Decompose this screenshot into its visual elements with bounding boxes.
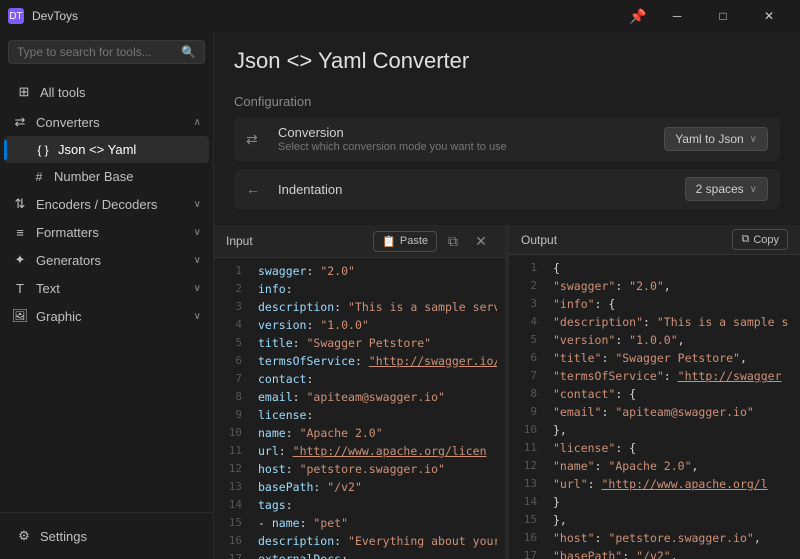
graphic-icon: 🖼 xyxy=(12,308,28,324)
text-chevron: ∨ xyxy=(194,283,201,294)
all-tools-label: All tools xyxy=(40,85,86,100)
input-body: 12345 678910 1112131415 1617181920 21222… xyxy=(214,258,505,559)
conversion-chevron-icon: ∨ xyxy=(750,134,757,145)
formatters-chevron: ∨ xyxy=(194,227,201,238)
active-indicator xyxy=(4,140,7,160)
page-header: Json <> Yaml Converter xyxy=(214,32,800,94)
sidebar: 🔍 ⊞ All tools ⇄ Converters ∧ { } Json <>… xyxy=(0,32,214,559)
input-copy-icon: ⧉ xyxy=(448,233,458,250)
paste-button[interactable]: 📋 Paste xyxy=(373,231,437,252)
sidebar-section-graphic[interactable]: 🖼 Graphic ∨ xyxy=(0,302,213,330)
output-body: 12345 678910 1112131415 1617181920 21222… xyxy=(509,255,800,559)
encoders-chevron: ∨ xyxy=(194,199,201,210)
app-icon: DT xyxy=(8,8,24,24)
settings-icon: ⚙ xyxy=(16,528,32,544)
settings-label: Settings xyxy=(40,529,87,544)
conversion-icon: ⇄ xyxy=(246,131,266,148)
input-actions: 📋 Paste ⧉ ✕ xyxy=(373,229,493,253)
sidebar-item-json-yaml-wrapper: { } Json <> Yaml xyxy=(0,136,213,163)
titlebar: DT DevToys 📌 ─ □ ✕ xyxy=(0,0,800,32)
settings-item[interactable]: ⚙ Settings xyxy=(8,521,205,551)
converters-chevron: ∧ xyxy=(194,117,201,128)
copy-label: Copy xyxy=(753,234,779,246)
sidebar-item-number-base[interactable]: # Number Base xyxy=(0,163,213,190)
minimize-button[interactable]: ─ xyxy=(654,0,700,32)
sidebar-section-text[interactable]: T Text ∨ xyxy=(0,274,213,302)
sidebar-section-converters[interactable]: ⇄ Converters ∧ xyxy=(0,108,213,136)
input-header: Input 📋 Paste ⧉ ✕ xyxy=(214,225,505,258)
generators-label: Generators xyxy=(36,253,101,268)
generators-icon: ✦ xyxy=(12,252,28,268)
input-line-numbers: 12345 678910 1112131415 1617181920 21222… xyxy=(214,258,250,559)
conversion-value: Yaml to Json xyxy=(675,132,743,146)
titlebar-left: DT DevToys xyxy=(8,8,78,24)
json-yaml-icon: { } xyxy=(36,143,50,157)
converters-label: Converters xyxy=(36,115,100,130)
sidebar-nav: ⊞ All tools ⇄ Converters ∧ { } Json <> Y… xyxy=(0,72,213,512)
encoders-icon: ⇅ xyxy=(12,196,28,212)
close-button[interactable]: ✕ xyxy=(746,0,792,32)
output-code: { "swagger": "2.0", "info": { "descripti… xyxy=(545,255,800,559)
pin-icon[interactable]: 📌 xyxy=(622,0,654,32)
main-content: Json <> Yaml Converter Configuration ⇄ C… xyxy=(214,32,800,559)
indentation-text: Indentation xyxy=(278,182,673,197)
conversion-text: Conversion Select which conversion mode … xyxy=(278,125,652,153)
maximize-button[interactable]: □ xyxy=(700,0,746,32)
input-label: Input xyxy=(226,234,253,248)
indentation-icon: ← xyxy=(246,181,266,197)
input-clear-button[interactable]: ✕ xyxy=(469,229,493,253)
indentation-title: Indentation xyxy=(278,182,673,197)
search-icon: 🔍 xyxy=(181,45,196,59)
titlebar-right: 📌 ─ □ ✕ xyxy=(622,0,792,32)
sidebar-item-all-tools[interactable]: ⊞ All tools xyxy=(4,77,209,107)
sidebar-bottom: ⚙ Settings xyxy=(0,512,213,559)
search-box[interactable]: 🔍 xyxy=(8,40,205,64)
number-base-label: Number Base xyxy=(54,169,133,184)
output-label: Output xyxy=(521,233,557,247)
conversion-subtitle: Select which conversion mode you want to… xyxy=(278,141,652,153)
page-title: Json <> Yaml Converter xyxy=(234,48,780,74)
sidebar-section-encoders[interactable]: ⇅ Encoders / Decoders ∨ xyxy=(0,190,213,218)
input-clear-icon: ✕ xyxy=(475,233,487,250)
indentation-dropdown[interactable]: 2 spaces ∨ xyxy=(685,177,768,201)
grid-icon: ⊞ xyxy=(16,84,32,100)
graphic-label: Graphic xyxy=(36,309,82,324)
formatters-icon: ≡ xyxy=(12,224,28,240)
paste-label: Paste xyxy=(400,235,428,247)
config-label: Configuration xyxy=(234,94,780,109)
graphic-chevron: ∨ xyxy=(194,311,201,322)
input-code[interactable]: swagger: "2.0" info: description: "This … xyxy=(250,258,505,559)
paste-icon: 📋 xyxy=(382,235,396,248)
config-section: Configuration ⇄ Conversion Select which … xyxy=(214,94,800,217)
json-yaml-label: Json <> Yaml xyxy=(58,142,136,157)
output-line-numbers: 12345 678910 1112131415 1617181920 21222… xyxy=(509,255,545,559)
editors-area: Input 📋 Paste ⧉ ✕ xyxy=(214,225,800,559)
text-icon: T xyxy=(12,280,28,296)
text-label: Text xyxy=(36,281,60,296)
sidebar-item-json-yaml[interactable]: { } Json <> Yaml xyxy=(4,136,209,163)
search-input[interactable] xyxy=(17,45,181,59)
encoders-label: Encoders / Decoders xyxy=(36,197,157,212)
input-copy-button[interactable]: ⧉ xyxy=(441,229,465,253)
sidebar-section-generators[interactable]: ✦ Generators ∨ xyxy=(0,246,213,274)
app-title: DevToys xyxy=(32,9,78,23)
indentation-chevron-icon: ∨ xyxy=(750,184,757,195)
output-header: Output ⧉ Copy xyxy=(509,225,800,255)
conversion-title: Conversion xyxy=(278,125,652,140)
output-panel: Output ⧉ Copy 12345 678910 1112131415 16… xyxy=(509,225,800,559)
conversion-dropdown[interactable]: Yaml to Json ∨ xyxy=(664,127,768,151)
input-panel: Input 📋 Paste ⧉ ✕ xyxy=(214,225,505,559)
converters-icon: ⇄ xyxy=(12,114,28,130)
number-base-icon: # xyxy=(32,170,46,184)
indentation-row: ← Indentation 2 spaces ∨ xyxy=(234,169,780,209)
formatters-label: Formatters xyxy=(36,225,99,240)
generators-chevron: ∨ xyxy=(194,255,201,266)
output-actions: ⧉ Copy xyxy=(732,229,788,250)
copy-button[interactable]: ⧉ Copy xyxy=(732,229,788,250)
conversion-row: ⇄ Conversion Select which conversion mod… xyxy=(234,117,780,161)
sidebar-section-formatters[interactable]: ≡ Formatters ∨ xyxy=(0,218,213,246)
copy-icon: ⧉ xyxy=(741,233,749,246)
indentation-value: 2 spaces xyxy=(696,182,744,196)
app-body: 🔍 ⊞ All tools ⇄ Converters ∧ { } Json <>… xyxy=(0,32,800,559)
